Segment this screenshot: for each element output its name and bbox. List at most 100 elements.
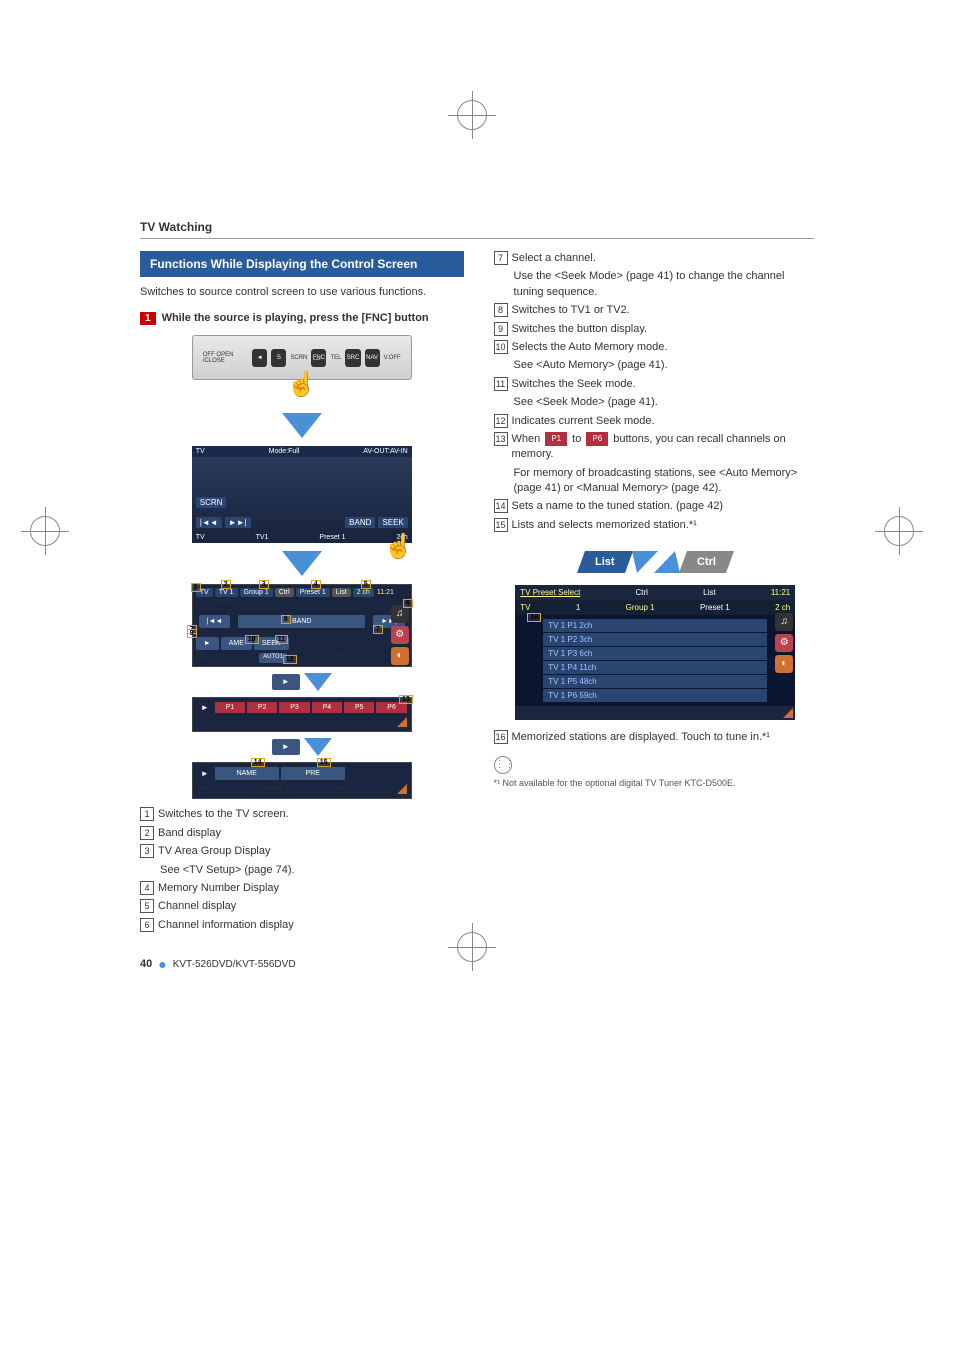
def-text: Band display — [158, 826, 464, 841]
prev-button: |◄◄ — [199, 615, 231, 628]
callout: 8 — [281, 615, 291, 624]
num-box: 1 — [140, 807, 154, 821]
screen-label: TV — [196, 534, 205, 541]
screen-label: TV — [196, 448, 205, 455]
preset-btn-img: P1 — [545, 432, 567, 445]
bullet-icon: ● — [158, 956, 166, 972]
preset-button: P4 — [312, 702, 342, 713]
preset-label: Preset 1 — [700, 603, 730, 612]
def-text: Channel display — [158, 899, 464, 914]
callout: 12 — [283, 655, 297, 664]
def-subnote: Use the <Seek Mode> (page 41) to change … — [514, 269, 818, 300]
num-label: 1 — [576, 603, 580, 612]
num-box: 2 — [140, 826, 154, 840]
band-button: BAND — [345, 517, 375, 528]
ctrl-chip: Ctrl — [275, 588, 294, 597]
preset-select-screen: TV Preset Select Ctrl List 11:21 TV 1 Gr… — [515, 585, 795, 720]
side-button: ⚙ — [391, 626, 409, 644]
tel-label: TEL — [197, 786, 208, 792]
function-box-title: Functions While Displaying the Control S… — [140, 251, 464, 277]
side-button: ♫ — [775, 613, 793, 631]
screen-label: AV-OUT:AV-IN — [363, 448, 407, 455]
play-button: ► — [196, 637, 219, 650]
side-button: ⚙ — [775, 634, 793, 652]
corner-icon — [397, 784, 407, 794]
callout: 11 — [275, 635, 288, 644]
tel-label: TEL — [196, 653, 207, 663]
name-strip: ► NAME PRE TEL AUTO1 IN 14 15 — [192, 762, 412, 799]
prev-button: |◄◄ — [196, 517, 222, 528]
def-subnote: See <Seek Mode> (page 41). — [514, 395, 818, 410]
device-button: ◄ — [252, 349, 267, 367]
preset-button: P2 — [247, 702, 277, 713]
num-box: 13 — [494, 432, 508, 446]
num-box: 16 — [494, 730, 508, 744]
side-button: ◐ — [775, 655, 793, 673]
callout: 13 — [399, 695, 413, 704]
def-text: Switches the Seek mode. — [512, 377, 818, 392]
def-text: Selects the Auto Memory mode. — [512, 340, 818, 355]
seek-button: SEEK — [378, 517, 407, 528]
preset-button: P1 — [215, 702, 245, 713]
def-text: Sets a name to the tuned station. (page … — [512, 499, 818, 514]
scrn-button: SCRN — [196, 497, 227, 508]
num-box: 6 — [140, 918, 154, 932]
device-label: TEL — [330, 355, 341, 361]
next-button: ►►| — [225, 517, 251, 528]
down-arrow-icon — [304, 738, 332, 756]
preset-item: TV 1 P3 6ch — [543, 647, 767, 660]
callout: 15 — [317, 758, 331, 767]
pre-button: PRE — [281, 767, 345, 780]
device-button: NAV — [365, 349, 380, 367]
num-box: 4 — [140, 881, 154, 895]
list-chip: List — [332, 588, 351, 597]
num-box: 11 — [494, 377, 508, 391]
preset-button: P3 — [279, 702, 309, 713]
tv-screen-sim: TV Mode:Full AV-OUT:AV-IN SCRN |◄◄ ►►| B… — [192, 446, 412, 543]
callout: 16 — [527, 613, 541, 622]
num-box: 14 — [494, 499, 508, 513]
num-box: 5 — [140, 899, 154, 913]
side-button: ◐ — [391, 647, 409, 665]
corner-icon — [783, 708, 793, 718]
note-icon: ⋮⋮ — [494, 756, 512, 774]
screen-label: TV1 — [256, 534, 269, 541]
device-fnc-button: F̲N̲C — [311, 349, 326, 367]
tv-label: TV — [520, 603, 530, 612]
def-text: Switches to the TV screen. — [158, 807, 464, 822]
num-box: 12 — [494, 414, 508, 428]
num-box: 15 — [494, 518, 508, 532]
snps-label: SNPS — [196, 600, 232, 606]
band-chip: TV 1 — [215, 588, 238, 597]
device-label: V.OFF — [384, 355, 401, 361]
device-button: SRC — [345, 349, 360, 367]
group-label: Group 1 — [626, 603, 655, 612]
def-text: Lists and selects memorized station.*¹ — [512, 518, 818, 533]
auto-label: AUTO1 — [262, 786, 282, 792]
list-label: List — [703, 588, 715, 597]
ctrl-label: Ctrl — [636, 588, 648, 597]
screen-label: Preset 1 — [319, 534, 345, 541]
group-chip: Group 1 — [240, 588, 273, 597]
def-text: Switches the button display. — [512, 322, 818, 337]
preset-item: TV 1 P1 2ch — [543, 619, 767, 632]
step-header: 1 While the source is playing, press the… — [140, 312, 464, 325]
pointer-icon: ☝ — [287, 370, 317, 399]
preset-chip: Preset 1 — [296, 588, 330, 597]
def-subnote: See <TV Setup> (page 74). — [160, 863, 464, 878]
def-text: Switches to TV1 or TV2. — [512, 303, 818, 318]
pointer-icon: ☝ — [384, 532, 414, 561]
callout: 14 — [251, 758, 265, 767]
footnote: *¹ Not available for the optional digita… — [494, 778, 818, 788]
device-illustration: OFF OPEN /CLOSE ◄ S SCRN F̲N̲C TEL SRC N… — [192, 335, 412, 405]
callout: 4 — [311, 580, 321, 589]
def-text: Memorized stations are displayed. Touch … — [512, 730, 818, 745]
channel-chip: 2 ch — [353, 588, 374, 597]
def-text: Memory Number Display — [158, 881, 464, 896]
tab-widget: List Ctrl — [515, 545, 795, 573]
callout: 6 — [403, 599, 413, 608]
callout: 2 — [221, 580, 231, 589]
tab-ctrl: Ctrl — [679, 551, 734, 573]
num-box: 9 — [494, 322, 508, 336]
corner-icon — [397, 717, 407, 727]
